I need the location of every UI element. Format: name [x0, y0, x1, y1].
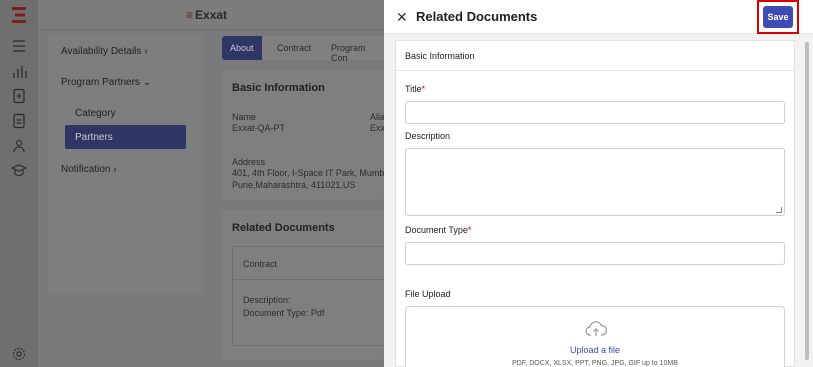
address-line-2: Pune,Maharashtra, 411021,US — [232, 180, 356, 190]
top-bar: ≡ Exxat — [38, 0, 384, 30]
document-form: Basic Information Title* Description Doc… — [395, 40, 795, 367]
nav-category[interactable]: Category — [75, 108, 116, 119]
address-label: Address — [232, 157, 266, 167]
document-icon[interactable] — [11, 113, 27, 129]
exxat-mark-icon: ≡ — [186, 8, 194, 22]
menu-icon[interactable] — [11, 38, 27, 54]
graduation-cap-icon[interactable] — [11, 162, 27, 178]
settings-icon[interactable] — [11, 346, 27, 362]
document-type-label: Document Type* — [405, 225, 472, 235]
file-upload-label: File Upload — [405, 289, 451, 299]
sub-navigation: Availability Details › Program Partners … — [48, 34, 203, 294]
document-item[interactable]: Contract Description: Document Type: Pdf — [232, 246, 385, 346]
tab-program[interactable]: Program Con — [331, 43, 384, 63]
related-documents-card: Related Documents Contract Description: … — [222, 210, 385, 360]
document-type: Document Type: Pdf — [243, 308, 325, 318]
nav-notification[interactable]: Notification › — [61, 164, 117, 175]
related-documents-panel: ✕ Related Documents Save Basic Informati… — [384, 0, 813, 367]
chart-icon[interactable] — [11, 64, 27, 80]
nav-program-partners[interactable]: Program Partners ⌄ — [61, 77, 151, 88]
description-textarea[interactable] — [405, 148, 785, 216]
nav-availability-details[interactable]: Availability Details › — [61, 46, 148, 57]
document-item-title: Contract — [243, 259, 278, 269]
tab-bar: About Contract Program Con — [222, 36, 384, 63]
upload-file-link[interactable]: Upload a file — [406, 345, 784, 355]
alias-value: Exx — [370, 123, 386, 133]
address-line-1: 401, 4th Floor, I-Space IT Park, Mumbai — [232, 168, 392, 178]
chevron-right-icon: › — [113, 164, 117, 175]
tab-about[interactable]: About — [222, 36, 262, 60]
upload-hint: PDF, DOCX, XLSX, PPT, PNG, JPG, GIF up t… — [512, 360, 678, 367]
document-type-select[interactable] — [405, 242, 785, 265]
description-label: Description — [405, 131, 451, 141]
name-label: Name — [232, 112, 257, 122]
title-label: Title* — [405, 84, 426, 94]
brand-logo[interactable]: ≡ Exxat — [186, 8, 227, 22]
panel-title: Related Documents — [416, 9, 538, 24]
nav-partners[interactable]: Partners — [65, 125, 186, 149]
chevron-right-icon: › — [144, 46, 148, 57]
file-upload-dropzone[interactable]: Upload a file PDF, DOCX, XLSX, PPT, PNG,… — [405, 306, 785, 367]
alias-label: Alia — [370, 112, 386, 122]
title-input[interactable] — [405, 101, 785, 124]
resize-handle-icon[interactable] — [776, 207, 782, 213]
main-content: About Contract Program Con Basic Informa… — [215, 30, 391, 367]
panel-scrollbar[interactable] — [805, 42, 809, 360]
panel-header: ✕ Related Documents Save — [384, 0, 813, 34]
divider — [233, 279, 385, 280]
save-button[interactable]: Save — [763, 6, 793, 28]
left-rail — [0, 0, 38, 367]
basic-information-card: Basic Information Name Exxat-QA-PT Alia … — [222, 70, 391, 200]
related-documents-heading: Related Documents — [232, 222, 335, 234]
add-document-icon[interactable] — [11, 88, 27, 104]
name-value: Exxat-QA-PT — [232, 123, 286, 133]
tab-contract[interactable]: Contract — [277, 43, 311, 53]
chevron-down-icon: ⌄ — [142, 77, 152, 88]
basic-information-heading: Basic Information — [232, 82, 325, 94]
cloud-upload-icon — [585, 321, 607, 336]
form-section-header: Basic Information — [396, 41, 794, 71]
document-description: Description: — [243, 295, 291, 305]
exxat-logo-icon[interactable] — [10, 6, 28, 24]
users-icon[interactable] — [11, 138, 27, 154]
close-icon[interactable]: ✕ — [396, 9, 408, 26]
save-highlight: Save — [757, 0, 799, 34]
